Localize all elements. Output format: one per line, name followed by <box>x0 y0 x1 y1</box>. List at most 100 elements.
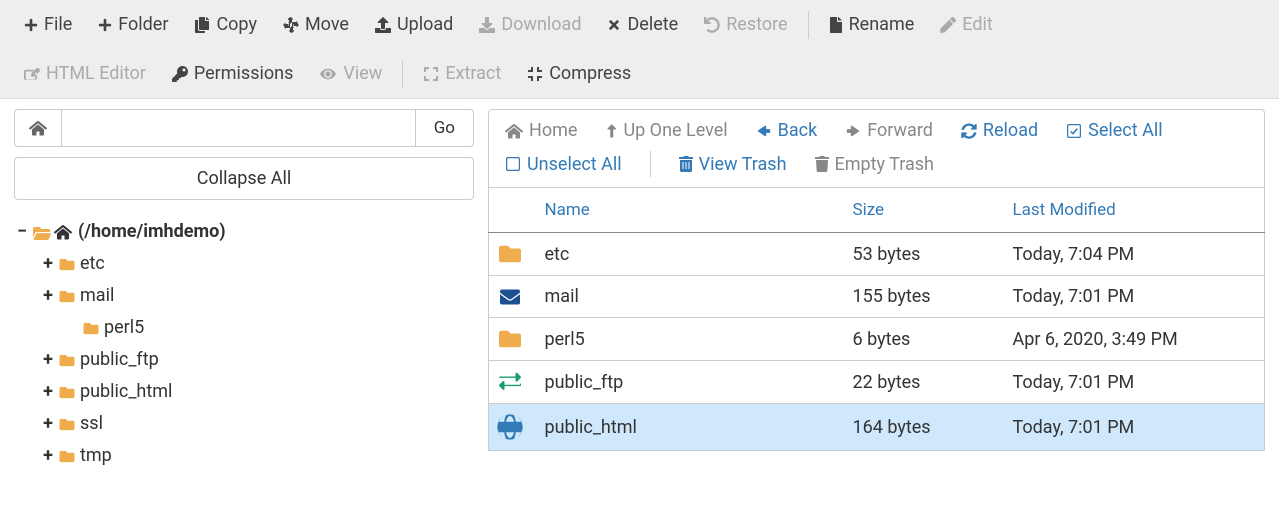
rename-button[interactable]: Rename <box>819 8 925 41</box>
reload-button[interactable]: Reload <box>961 120 1038 141</box>
download-button: Download <box>469 8 591 41</box>
toolbar-separator <box>402 60 403 88</box>
toolbar-separator <box>808 11 809 39</box>
tree-toggle-icon[interactable]: + <box>40 408 56 440</box>
extract-button: Extract <box>413 57 511 90</box>
upload-button[interactable]: Upload <box>365 8 463 41</box>
tree-toggle-icon[interactable]: + <box>40 344 56 376</box>
up-button[interactable]: Up One Level <box>605 120 727 141</box>
tree-node-public_ftp[interactable]: +public_ftp <box>40 344 474 376</box>
toolbar-row-2: HTML EditorPermissionsViewExtractCompres… <box>0 49 1279 99</box>
cell-name: perl5 <box>537 318 845 361</box>
tree-node-ssl[interactable]: +ssl <box>40 408 474 440</box>
envelope-icon <box>497 287 529 307</box>
arrow-right-icon <box>845 124 861 138</box>
refresh-icon <box>961 123 977 139</box>
home-icon <box>505 123 523 139</box>
restore-button: Restore <box>694 8 797 41</box>
path-input[interactable] <box>62 110 415 146</box>
permissions-button[interactable]: Permissions <box>162 57 304 90</box>
right-panel: Home Up One Level Back Forward Reload Select … <box>488 99 1279 482</box>
tree-node-etc[interactable]: + etc <box>40 248 474 280</box>
folder-button[interactable]: Folder <box>88 8 178 41</box>
upload-icon <box>375 17 391 33</box>
restore-label: Restore <box>726 14 787 35</box>
file-navbar: Home Up One Level Back Forward Reload Select … <box>488 109 1265 187</box>
folder-tree: − (/home/imhdemo) +etc+mailperl5+public_… <box>14 216 474 472</box>
tree-node-tmp[interactable]: + tmp <box>40 440 474 472</box>
tree-node-label: public_html <box>80 376 172 408</box>
tree-toggle-icon[interactable]: + <box>40 248 56 280</box>
level-up-icon <box>605 123 617 139</box>
compress-button[interactable]: Compress <box>517 57 641 90</box>
path-home-button[interactable] <box>15 110 62 146</box>
up-label: Up One Level <box>623 120 727 141</box>
col-size[interactable]: Size <box>845 188 1005 233</box>
arrow-left-icon <box>756 124 772 138</box>
tree-node-perl5[interactable]: perl5 <box>40 312 474 344</box>
cell-modified: Today, 7:01 PM <box>1005 361 1265 404</box>
tree-node-label: tmp <box>80 440 112 472</box>
key-icon <box>172 66 188 82</box>
plus-icon <box>24 18 38 32</box>
copy-button[interactable]: Copy <box>184 8 267 41</box>
tree-toggle-icon[interactable]: − <box>14 216 30 248</box>
go-button[interactable]: Go <box>415 110 473 146</box>
cell-size: 155 bytes <box>845 276 1005 318</box>
file-button[interactable]: File <box>14 8 82 41</box>
col-modified[interactable]: Last Modified <box>1005 188 1265 233</box>
check-square-icon <box>1066 123 1082 139</box>
move-button[interactable]: Move <box>273 8 359 41</box>
download-label: Download <box>501 14 581 35</box>
selectall-label: Select All <box>1088 120 1162 141</box>
copy-label: Copy <box>216 14 257 35</box>
tree-toggle-icon[interactable]: + <box>40 376 56 408</box>
tree-root[interactable]: − (/home/imhdemo) <box>14 216 474 248</box>
cell-name: public_html <box>537 404 845 451</box>
expand-icon <box>423 66 439 82</box>
folder-icon <box>58 385 76 400</box>
unselectall-button[interactable]: Unselect All <box>505 154 622 175</box>
file-label: File <box>44 14 72 35</box>
collapse-all-button[interactable]: Collapse All <box>14 157 474 200</box>
tree-toggle-icon[interactable]: + <box>40 440 56 472</box>
cell-name: mail <box>537 276 845 318</box>
path-bar: Go <box>14 109 474 147</box>
forward-button[interactable]: Forward <box>845 120 933 141</box>
tree-node-public_html[interactable]: + public_html <box>40 376 474 408</box>
cell-size: 6 bytes <box>845 318 1005 361</box>
table-row[interactable]: public_ftp22 bytesToday, 7:01 PM <box>489 361 1265 404</box>
back-button[interactable]: Back <box>756 120 818 141</box>
folder-icon <box>82 321 100 336</box>
pencil-icon <box>940 17 956 33</box>
home-button[interactable]: Home <box>505 120 577 141</box>
copy-icon <box>194 17 210 33</box>
file-table: Name Size Last Modified etc53 bytesToday… <box>488 187 1265 451</box>
table-row[interactable]: mail155 bytesToday, 7:01 PM <box>489 276 1265 318</box>
globe-icon <box>497 414 529 440</box>
table-row[interactable]: etc53 bytesToday, 7:04 PM <box>489 233 1265 276</box>
x-icon <box>607 18 621 32</box>
tree-node-label: etc <box>80 248 105 280</box>
delete-button[interactable]: Delete <box>597 8 688 41</box>
viewtrash-button[interactable]: View Trash <box>679 154 787 175</box>
tree-toggle-icon[interactable]: + <box>40 280 56 312</box>
plus-icon <box>98 18 112 32</box>
tree-node-mail[interactable]: +mail <box>40 280 474 312</box>
compress-label: Compress <box>549 63 631 84</box>
table-row[interactable]: perl56 bytesApr 6, 2020, 3:49 PM <box>489 318 1265 361</box>
col-name[interactable]: Name <box>537 188 845 233</box>
permissions-label: Permissions <box>194 63 294 84</box>
folder-icon <box>58 353 76 368</box>
emptytrash-label: Empty Trash <box>835 154 934 175</box>
emptytrash-button[interactable]: Empty Trash <box>815 154 934 175</box>
folder-icon <box>58 417 76 432</box>
edit-button: Edit <box>930 8 1002 41</box>
viewtrash-label: View Trash <box>699 154 787 175</box>
tree-node-label: perl5 <box>104 312 144 344</box>
cell-size: 164 bytes <box>845 404 1005 451</box>
selectall-button[interactable]: Select All <box>1066 120 1162 141</box>
delete-label: Delete <box>627 14 678 35</box>
table-row[interactable]: public_html164 bytesToday, 7:01 PM <box>489 404 1265 451</box>
upload-label: Upload <box>397 14 453 35</box>
